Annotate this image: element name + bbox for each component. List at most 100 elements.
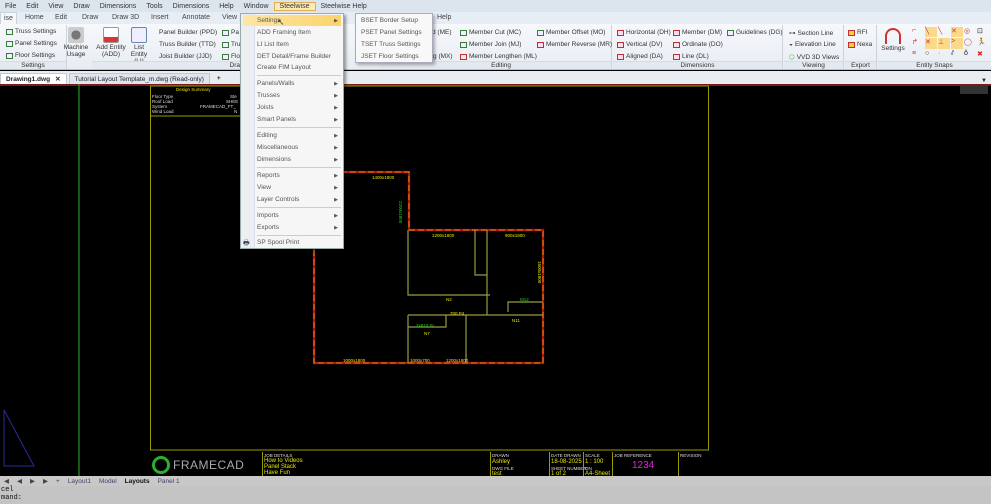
menu-item-add-framing[interactable]: ADD Framing Item [257,27,341,38]
snap-circle-icon[interactable]: ○ [925,50,937,60]
member-extend-button[interactable]: d (ME) [432,29,452,36]
truss-builder-button[interactable]: Truss Builder (TTD) [159,41,216,48]
member-lengthen-button[interactable]: Member Lengthen (ML) [460,53,537,60]
snap-clear-icon[interactable]: ✖ [977,50,989,60]
menu-item-trusses[interactable]: Trusses ▶ [257,90,341,101]
panel-button[interactable]: Pa [222,29,239,36]
menu-item-layer-controls[interactable]: Layer Controls ▶ [257,194,341,205]
menu-view[interactable]: View [43,3,68,10]
menu-dimensions[interactable]: Dimensions [95,3,142,10]
menu-tools[interactable]: Tools [141,3,167,10]
dim-horizontal-button[interactable]: Horizontal (DH) [617,29,671,36]
drawing-canvas[interactable]: Design Summary Floor Type Ste Roof Load SH… [0,84,991,478]
snap-parallel-icon[interactable]: ≡ [912,50,924,60]
snap-deferred-icon[interactable]: ŏ [964,50,976,60]
menu-item-panel-settings[interactable]: PSET Panel Settings [356,26,432,38]
snap-settings-button[interactable]: Settings [880,28,906,52]
tab-panel1[interactable]: Panel 1 [154,478,184,485]
vvd-3d-views-button[interactable]: ⬡ VVD 3D Views [789,53,839,62]
add-entity-button[interactable]: Add Entity (ADD) [94,27,128,58]
command-line[interactable]: cel mand: [0,486,991,504]
tab-edit[interactable]: Edit [55,12,67,24]
tab-annotate[interactable]: Annotate [182,12,210,24]
snap-apparent-icon[interactable]: ✕ [925,38,937,49]
first-layout-button[interactable]: ◀ [0,477,13,485]
menu-item-editing[interactable]: Editing ▶ [257,130,341,141]
tab-steelwise[interactable]: ise [0,12,17,24]
dim-vertical-button[interactable]: Vertical (DV) [617,41,662,48]
snap-perpendicular-icon[interactable]: ⊥ [938,38,950,49]
snap-tangent-icon[interactable]: > [951,38,963,49]
menu-window[interactable]: Window [239,3,274,10]
floor-settings-button[interactable]: Floor Settings [6,52,55,59]
dim-aligned-button[interactable]: Aligned (DA) [617,53,663,60]
menu-item-exports[interactable]: Exports ▶ [257,222,341,233]
menu-dimensions-2[interactable]: Dimensions [168,3,215,10]
menu-item-list-item[interactable]: LI List Item [257,39,341,50]
snap-insert-icon[interactable]: ⫽ [951,50,963,60]
tab-layouts[interactable]: Layouts [121,478,154,485]
menu-steelwise-help[interactable]: Steelwise Help [316,3,372,10]
menu-item-spool-print[interactable]: SP Spool Print [257,237,341,248]
floor-button[interactable]: Flo [222,53,240,60]
tab-home[interactable]: Home [25,12,44,24]
tab-model[interactable]: Model [95,478,121,485]
snap-quadrant-icon[interactable]: ◯ [964,38,976,48]
snap-run-icon[interactable]: 🏃 [977,38,989,48]
machine-usage-button[interactable]: Machine Usage [63,27,89,58]
dim-member-button[interactable]: Member (DM) [673,29,722,36]
guidelines-button[interactable]: Guidelines (DG) [727,29,783,36]
new-tab-button[interactable]: + [212,73,226,84]
tab-help[interactable]: Help [437,12,451,24]
rfi-button[interactable]: RFI [848,29,867,36]
menu-edit[interactable]: Edit [21,3,43,10]
tab-tutorial-template[interactable]: Tutorial Layout Template_m.dwg (Read-onl… [68,73,210,84]
menu-item-miscellaneous[interactable]: Miscellaneous ▶ [257,142,341,153]
next-layout-button[interactable]: ▶ [26,477,39,485]
member-reverse-button[interactable]: Member Reverse (MR) [537,41,612,48]
menu-item-smart-panels[interactable]: Smart Panels ▶ [257,114,341,125]
snap-node-icon[interactable]: ⊡ [977,27,989,37]
member-offset-button[interactable]: Member Offset (MO) [537,29,605,36]
panel-settings-button[interactable]: Panel Settings [6,40,57,47]
menu-item-panels-walls[interactable]: Panels/Walls ▶ [257,78,341,89]
menu-item-reports[interactable]: Reports ▶ [257,170,341,181]
add-layout-button[interactable]: + [52,478,64,485]
snap-midpoint-icon[interactable]: ╲ [925,27,937,38]
menu-file[interactable]: File [0,3,21,10]
menu-item-detail-builder[interactable]: DET Detail/Frame Builder [257,51,341,62]
snap-center-icon[interactable]: ◎ [964,27,976,37]
truss-button[interactable]: Tru [222,41,241,48]
tab-draw[interactable]: Draw [82,12,98,24]
nexa-button[interactable]: Nexa [848,41,872,48]
menu-draw[interactable]: Draw [68,3,94,10]
member-join-button[interactable]: Member Join (MJ) [460,41,521,48]
menu-item-dimensions[interactable]: Dimensions ▶ [257,154,341,165]
panel-builder-button[interactable]: Panel Builder (PPD) [159,29,217,36]
dim-ordinate-button[interactable]: Ordinate (DO) [673,41,723,48]
viewport-controls[interactable] [960,86,988,94]
tab-drawing1[interactable]: Drawing1.dwg ✕ [0,73,67,84]
menu-item-truss-settings[interactable]: TSET Truss Settings [356,38,432,50]
menu-item-settings[interactable]: Settings ▶ [243,15,341,26]
menu-item-border-setup[interactable]: BSET Border Setup [356,14,432,26]
tab-insert[interactable]: Insert [151,12,169,24]
close-icon[interactable]: ✕ [55,75,60,83]
prev-layout-button[interactable]: ◀ [13,477,26,485]
tab-view[interactable]: View [222,12,237,24]
snap-nearest-icon[interactable]: ╲ [938,27,950,37]
dim-line-button[interactable]: Line (DL) [673,53,709,60]
truss-settings-button[interactable]: Truss Settings [6,28,56,35]
menu-item-imports[interactable]: Imports ▶ [257,210,341,221]
snap-extension-icon[interactable]: ↱ [912,38,924,48]
menu-item-joists[interactable]: Joists ▶ [257,102,341,113]
elevation-line-button[interactable]: ◒ Elevation Line [789,41,836,48]
menu-item-fim-layout[interactable]: Create FIM Layout [257,62,341,73]
menu-item-floor-settings[interactable]: JSET Floor Settings [356,50,432,62]
snap-endpoint-icon[interactable]: ⌐ [912,27,924,37]
section-line-button[interactable]: ⊶ Section Line [789,29,833,38]
tab-layout1[interactable]: Layout1 [64,478,95,485]
menu-item-view[interactable]: View ▶ [257,182,341,193]
menu-help[interactable]: Help [214,3,238,10]
list-entity-button[interactable]: List Entity (LI) [126,27,152,65]
